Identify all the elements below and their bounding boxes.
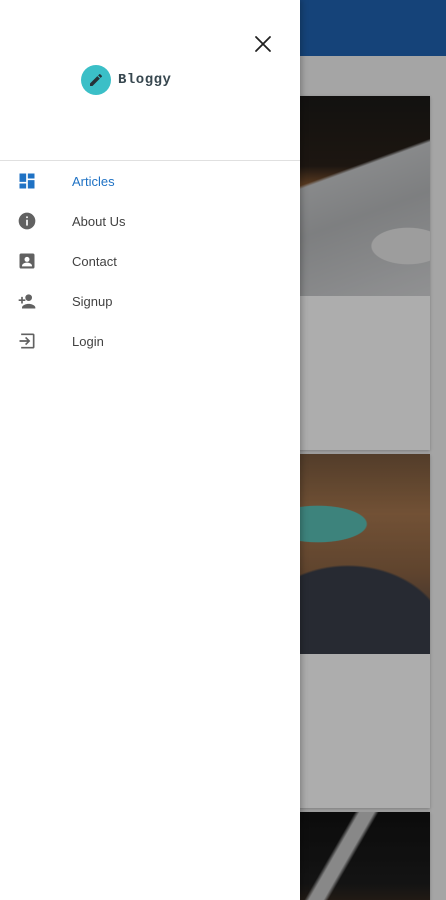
nav-item-contact[interactable]: Contact <box>0 241 300 281</box>
close-button[interactable] <box>250 31 276 57</box>
close-icon <box>255 36 271 52</box>
login-icon <box>16 330 38 352</box>
nav-item-articles[interactable]: Articles <box>0 161 300 201</box>
nav-label-signup: Signup <box>72 293 113 309</box>
drawer-nav: Articles About Us Contact Signup Login <box>0 161 300 361</box>
nav-item-login[interactable]: Login <box>0 321 300 361</box>
brand-logo <box>81 65 111 95</box>
brand[interactable]: Bloggy <box>81 65 171 95</box>
navigation-drawer: Bloggy Articles About Us Contact Signup … <box>0 0 300 900</box>
nav-label-contact: Contact <box>72 253 117 269</box>
nav-item-about-us[interactable]: About Us <box>0 201 300 241</box>
nav-label-about-us: About Us <box>72 213 126 229</box>
nav-label-articles: Articles <box>72 173 115 189</box>
nav-label-login: Login <box>72 333 104 349</box>
dashboard-icon <box>16 170 38 192</box>
pencil-icon <box>90 73 103 86</box>
brand-name: Bloggy <box>118 72 172 88</box>
person-add-icon <box>16 290 38 312</box>
info-icon <box>16 210 38 232</box>
nav-item-signup[interactable]: Signup <box>0 281 300 321</box>
contact-card-icon <box>16 250 38 272</box>
